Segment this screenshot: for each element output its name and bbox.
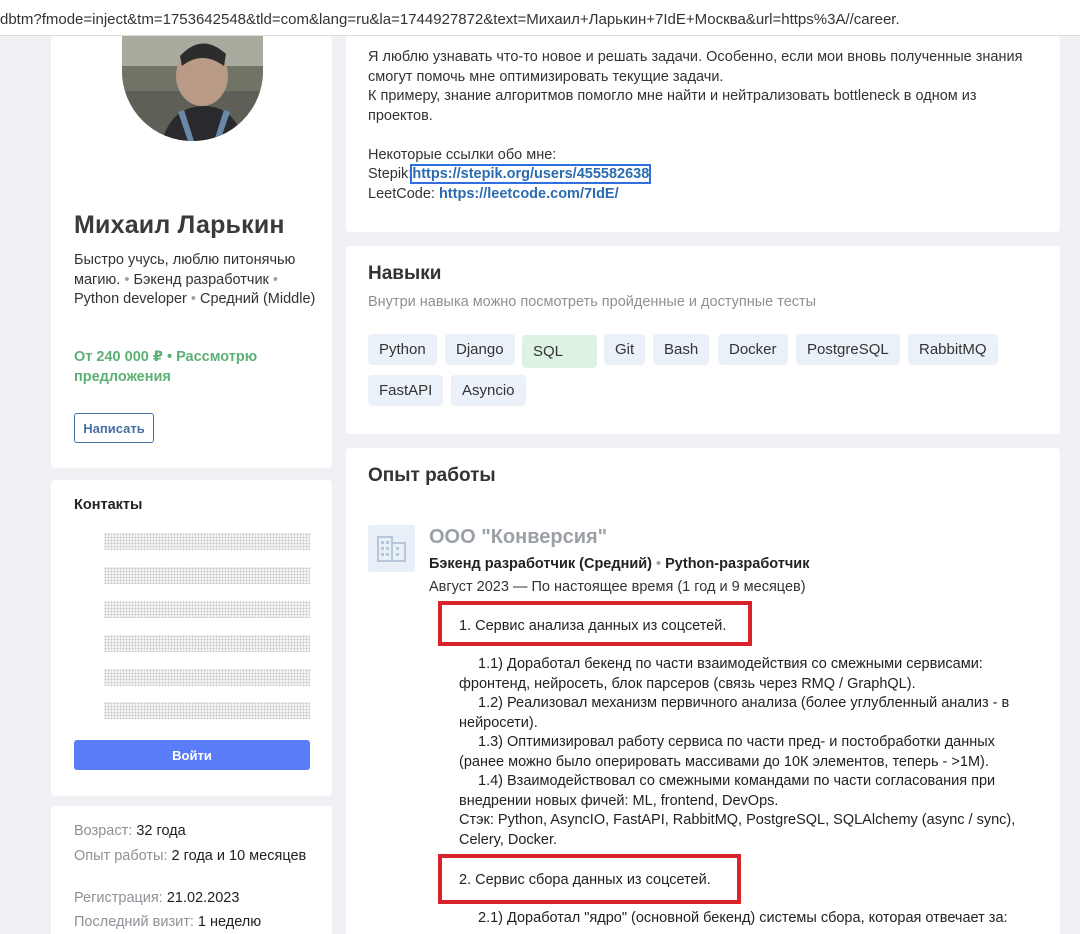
- about-text: Я люблю узнавать что-то новое и решать з…: [368, 48, 1028, 204]
- about-paragraph: К примеру, знание алгоритмов помогло мне…: [368, 88, 977, 124]
- info-last-visit: Последний визит: 1 неделю: [74, 914, 262, 930]
- job-description: 1.1) Доработал бекенд по части взаимодей…: [459, 656, 1016, 848]
- skill-tag[interactable]: Git: [604, 334, 646, 365]
- avatar: [122, 36, 263, 141]
- skills-subtitle: Внутри навыка можно посмотреть пройденны…: [368, 294, 817, 310]
- address-bar-url[interactable]: dbtm?fmode=inject&tm=1753642548&tld=com&…: [0, 11, 900, 28]
- hidden-contact: [104, 567, 310, 584]
- skill-tag[interactable]: Docker: [718, 334, 788, 365]
- hidden-contact: [104, 635, 310, 652]
- salary-expectation: От 240 000 ₽ • Рассмотрю предложения: [74, 349, 258, 385]
- stepik-row: Stepik:https://stepik.org/users/45558263…: [368, 164, 652, 184]
- skill-tag[interactable]: RabbitMQ: [908, 334, 998, 365]
- project-title: 1. Сервис анализа данных из соцсетей.: [459, 618, 727, 634]
- profile-name: Михаил Ларькин: [74, 211, 285, 239]
- avatar-photo: [122, 36, 263, 141]
- hidden-contact: [104, 669, 310, 686]
- leetcode-link[interactable]: https://leetcode.com/7IdE/: [439, 186, 619, 202]
- skill-tag[interactable]: Django: [445, 334, 515, 365]
- job-position: Бэкенд разработчик (Средний) • Python-ра…: [429, 556, 810, 572]
- skill-tag[interactable]: PostgreSQL: [796, 334, 900, 365]
- skills-title: Навыки: [368, 263, 442, 284]
- job-period: Август 2023 — По настоящее время (1 год …: [429, 579, 806, 595]
- company-name[interactable]: ООО "Конверсия": [429, 526, 607, 549]
- experience-title: Опыт работы: [368, 465, 496, 486]
- project-item: 2.1) Доработал "ядро" (основной бекенд) …: [478, 910, 1008, 926]
- profile-tagline: Быстро учусь, люблю питонячью магию. • Б…: [74, 252, 316, 307]
- building-icon: [377, 536, 406, 562]
- hidden-contact: [104, 601, 310, 618]
- skill-tag[interactable]: Bash: [653, 334, 710, 365]
- about-card: Я люблю узнавать что-то новое и решать з…: [346, 36, 1060, 232]
- skills-card: Навыки Внутри навыка можно посмотреть пр…: [346, 246, 1060, 434]
- hidden-contact: [104, 702, 310, 719]
- company-logo: [368, 525, 415, 572]
- skill-tag[interactable]: Asyncio: [451, 375, 526, 406]
- profile-info-card: Возраст: 32 года Опыт работы: 2 года и 1…: [51, 806, 332, 934]
- leetcode-row: LeetCode: https://leetcode.com/7IdE/: [368, 185, 619, 202]
- contacts-card: Контакты Войти: [51, 480, 332, 796]
- project-title: 2. Сервис сбора данных из соцсетей.: [459, 872, 711, 888]
- hidden-contact: [104, 533, 310, 550]
- skill-tag[interactable]: FastAPI: [368, 375, 444, 406]
- write-message-button[interactable]: Написать: [74, 413, 154, 443]
- address-bar[interactable]: dbtm?fmode=inject&tm=1753642548&tld=com&…: [0, 0, 1080, 36]
- contacts-title: Контакты: [74, 497, 143, 513]
- info-experience: Опыт работы: 2 года и 10 месяцев: [74, 848, 307, 864]
- about-paragraph: Я люблю узнавать что-то новое и решать з…: [368, 49, 1023, 85]
- skill-tag[interactable]: SQL: [522, 335, 597, 368]
- info-age: Возраст: 32 года: [74, 823, 186, 839]
- profile-card: Михаил Ларькин Быстро учусь, люблю питон…: [51, 36, 332, 468]
- info-registration: Регистрация: 21.02.2023: [74, 890, 240, 906]
- skill-tag[interactable]: Python: [368, 334, 437, 365]
- stepik-link[interactable]: https://stepik.org/users/455582638: [410, 164, 652, 184]
- login-button[interactable]: Войти: [74, 740, 310, 770]
- experience-card: Опыт работы ООО "Конверсия" Бэкенд разра…: [346, 448, 1060, 934]
- links-intro: Некоторые ссылки обо мне:: [368, 146, 557, 163]
